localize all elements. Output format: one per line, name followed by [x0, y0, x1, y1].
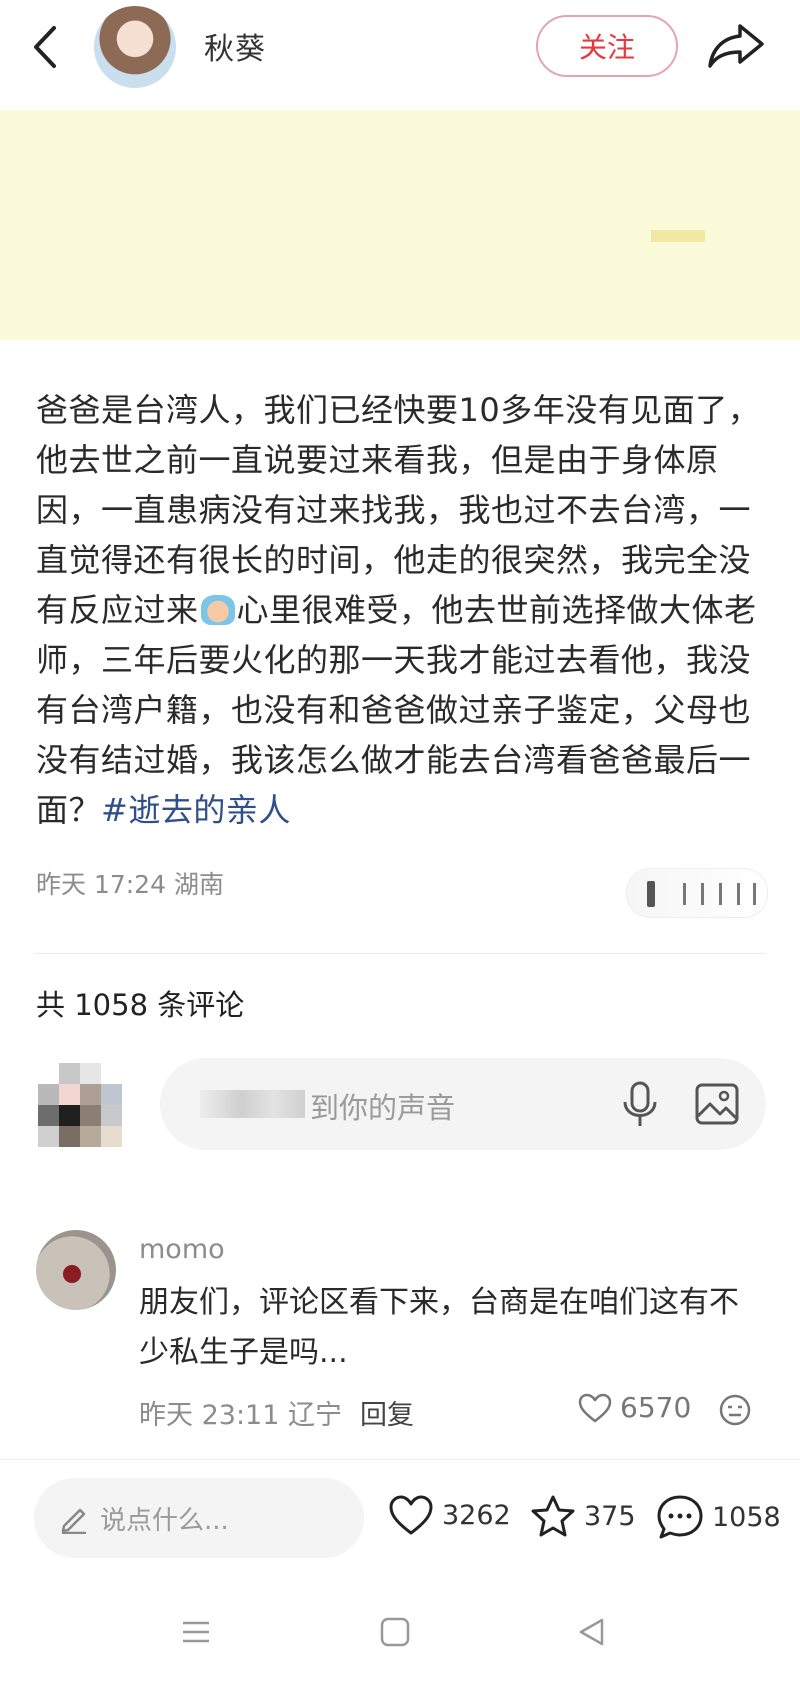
reply-button[interactable]: 回复 — [360, 1400, 414, 1431]
user-avatar — [38, 1063, 122, 1147]
comment-meta: 昨天 23:11 辽宁 回复 — [139, 1393, 414, 1432]
author-name[interactable]: 秋葵 — [204, 24, 266, 68]
post-image[interactable] — [0, 110, 800, 340]
share-icon[interactable] — [706, 20, 766, 72]
heart-icon — [389, 1495, 433, 1535]
home-icon[interactable] — [379, 1616, 411, 1648]
back-icon[interactable] — [576, 1616, 608, 1648]
crying-emoji-icon — [200, 595, 235, 625]
microphone-icon[interactable] — [620, 1080, 660, 1128]
comment-input-placeholder: 到你的声音 — [310, 1091, 456, 1125]
divider — [34, 953, 766, 954]
comment-total-count: 1058 — [712, 1501, 781, 1533]
menu-icon[interactable] — [180, 1616, 212, 1648]
hashtag-link[interactable]: #逝去的亲人 — [101, 791, 291, 829]
comment-time-location: 昨天 23:11 辽宁 — [139, 1400, 342, 1431]
follow-button[interactable]: 关注 — [536, 15, 678, 77]
image-upload-icon[interactable] — [694, 1082, 740, 1126]
blurred-placeholder — [200, 1090, 305, 1118]
favorite-button[interactable]: 375 — [530, 1494, 636, 1538]
pencil-icon — [61, 1508, 86, 1534]
comment-button[interactable]: 1058 — [656, 1494, 781, 1540]
say-something-placeholder: 说点什么... — [100, 1505, 229, 1536]
comment-like-button[interactable]: 6570 — [578, 1391, 691, 1424]
report-badge[interactable] — [626, 868, 768, 918]
comment-like-count: 6570 — [620, 1391, 692, 1424]
post-body: 爸爸是台湾人，我们已经快要10多年没有见面了，他去世之前一直说要过来看我，但是由… — [36, 385, 766, 835]
heart-icon — [578, 1393, 612, 1422]
like-count: 3262 — [442, 1499, 511, 1531]
favorite-count: 375 — [584, 1500, 636, 1532]
commenter-name[interactable]: momo — [139, 1234, 225, 1265]
author-avatar[interactable] — [94, 6, 176, 88]
comment-input[interactable]: 到你的声音 — [160, 1058, 766, 1150]
comment-bubble-icon — [657, 1495, 703, 1539]
comment-text: 朋友们，评论区看下来，台商是在咱们这有不少私生子是吗... — [139, 1285, 739, 1370]
commenter-avatar[interactable] — [36, 1230, 116, 1310]
dislike-face-icon[interactable] — [718, 1393, 752, 1427]
post-meta: 昨天 17:24 湖南 — [36, 870, 224, 899]
say-something-input[interactable]: 说点什么... — [34, 1478, 364, 1558]
top-bar: 秋葵 关注 — [0, 0, 800, 108]
like-button[interactable]: 3262 — [388, 1494, 511, 1536]
star-icon — [531, 1495, 575, 1537]
bottom-bar-separator — [0, 1459, 800, 1460]
comment-count: 共 1058 条评论 — [36, 988, 245, 1022]
system-nav-bar — [0, 1596, 800, 1681]
back-arrow-icon[interactable] — [28, 22, 68, 72]
image-mark — [651, 230, 705, 242]
